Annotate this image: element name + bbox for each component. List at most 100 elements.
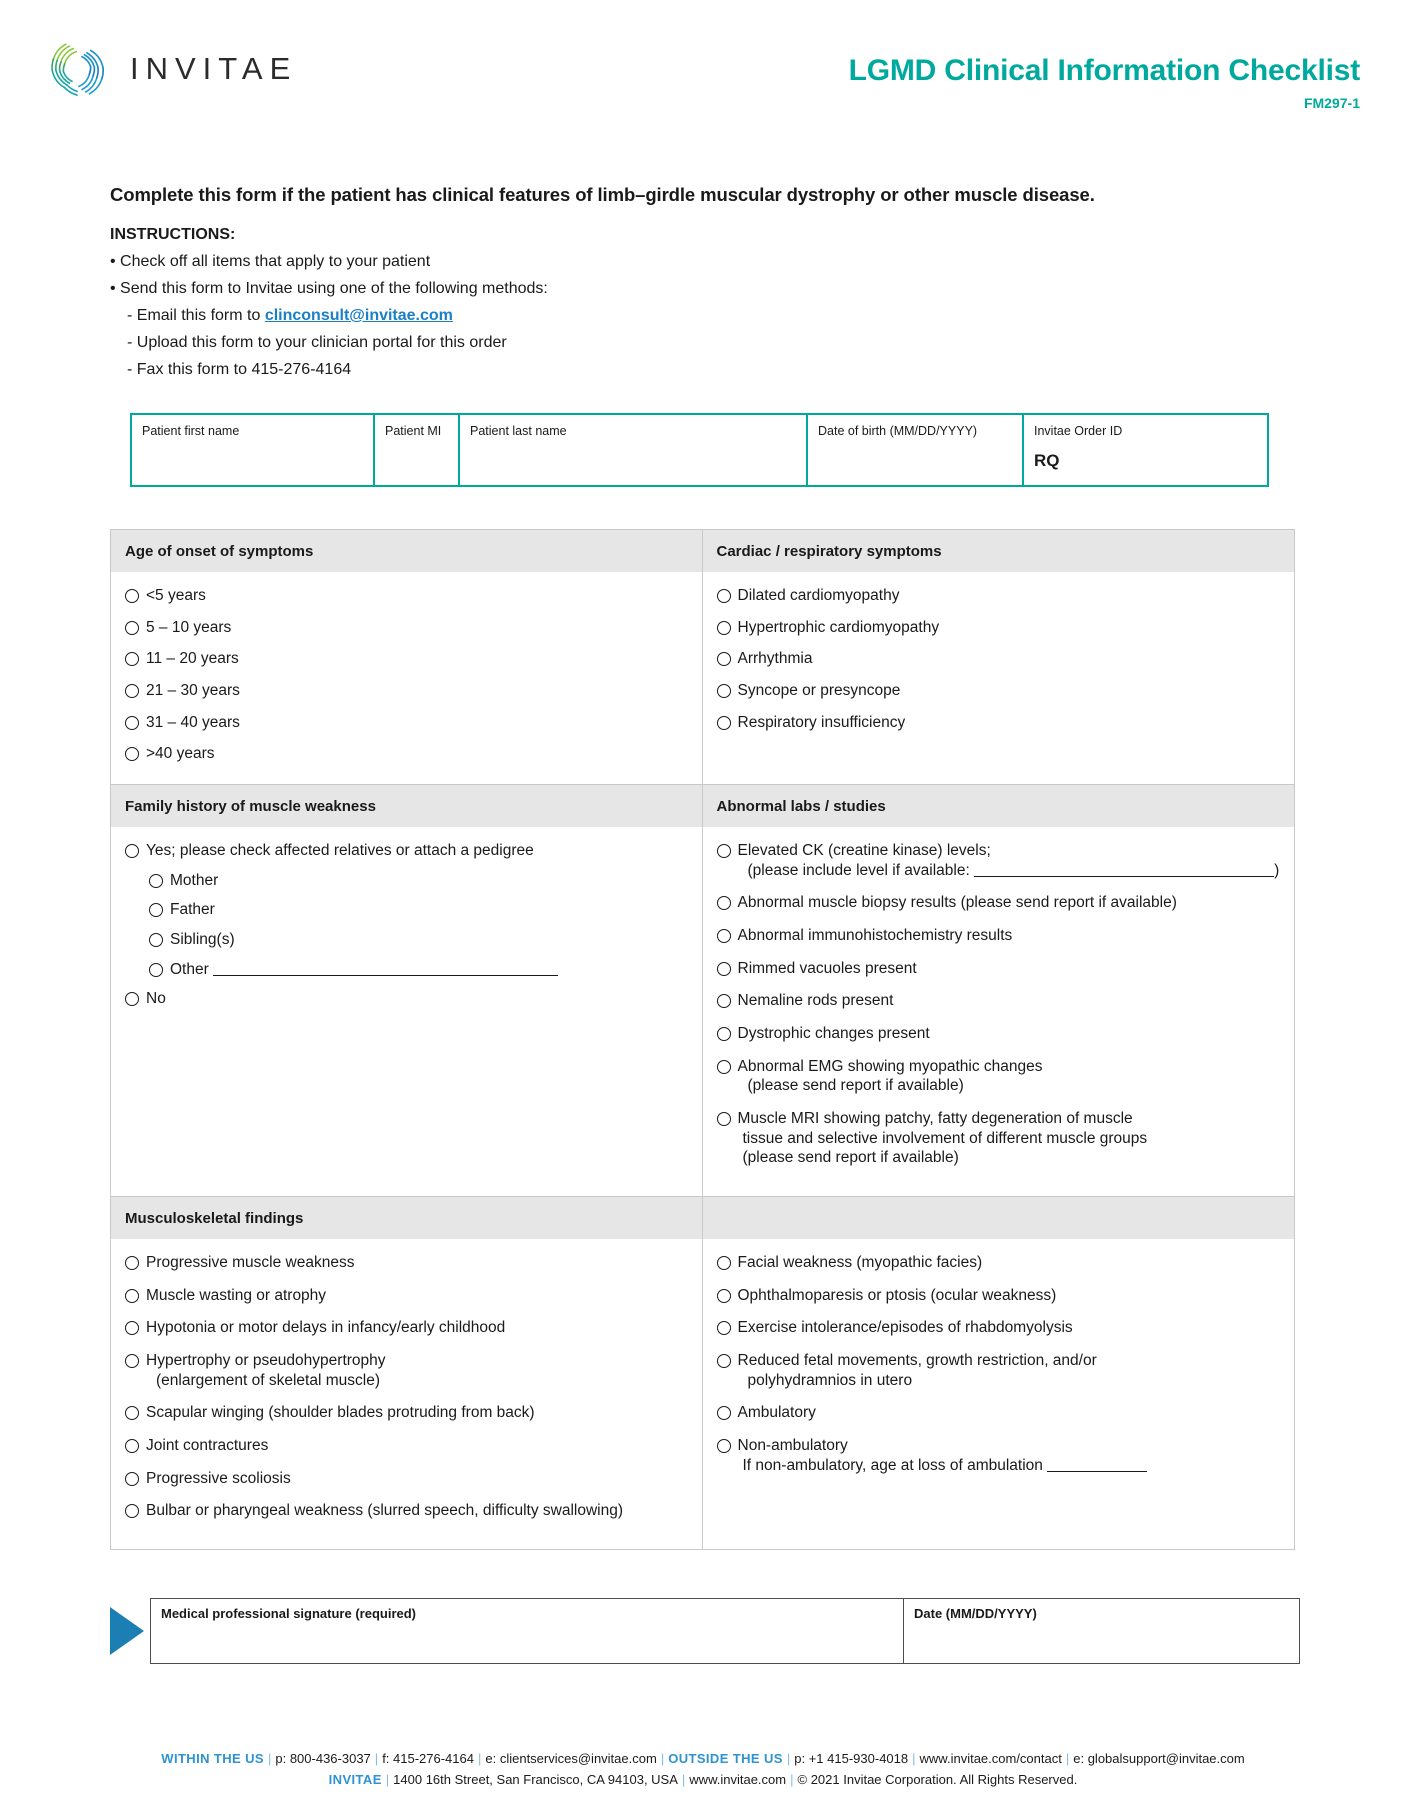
option-ambulatory[interactable]: Ambulatory (716, 1403, 1281, 1423)
footer-outside-web[interactable]: www.invitae.com/contact (920, 1751, 1062, 1766)
option-scapular-winging[interactable]: Scapular winging (shoulder blades protru… (125, 1403, 688, 1423)
radio-icon[interactable] (125, 1354, 139, 1369)
option-joint-contractures[interactable]: Joint contractures (125, 1436, 688, 1456)
option-facial-weakness[interactable]: Facial weakness (myopathic facies) (716, 1253, 1281, 1273)
option-abnormal-immunohistochemistry[interactable]: Abnormal immunohistochemistry results (716, 926, 1281, 946)
option-progressive-muscle-weakness[interactable]: Progressive muscle weakness (125, 1253, 688, 1273)
radio-icon[interactable] (716, 994, 731, 1009)
option-non-ambulatory[interactable]: Non-ambulatory If non-ambulatory, age at… (716, 1436, 1281, 1475)
radio-icon[interactable] (149, 903, 163, 918)
footer-outside-email[interactable]: e: globalsupport@invitae.com (1073, 1751, 1244, 1766)
footer-separator: | (660, 1751, 665, 1766)
radio-icon[interactable] (716, 620, 731, 635)
option-age-11-20[interactable]: 11 – 20 years (125, 649, 688, 669)
patient-last-name-field[interactable]: Patient last name (460, 415, 808, 485)
clinconsult-email-link[interactable]: clinconsult@invitae.com (265, 307, 453, 324)
radio-icon[interactable] (125, 1288, 139, 1303)
patient-dob-field[interactable]: Date of birth (MM/DD/YYYY) (808, 415, 1024, 485)
radio-icon[interactable] (149, 962, 163, 977)
radio-icon[interactable] (716, 1059, 731, 1074)
option-age-under-5[interactable]: <5 years (125, 586, 688, 606)
signature-date-field[interactable]: Date (MM/DD/YYYY) (904, 1599, 1299, 1663)
option-family-history-no[interactable]: No (125, 989, 688, 1009)
option-dystrophic-changes[interactable]: Dystrophic changes present (716, 1024, 1281, 1044)
radio-icon[interactable] (716, 1288, 731, 1303)
footer-website[interactable]: www.invitae.com (689, 1772, 786, 1787)
option-label: Ophthalmoparesis or ptosis (ocular weakn… (737, 1286, 1057, 1304)
radio-icon[interactable] (149, 933, 163, 948)
radio-icon[interactable] (716, 1256, 731, 1271)
radio-icon[interactable] (125, 844, 139, 859)
option-syncope[interactable]: Syncope or presyncope (716, 681, 1281, 701)
radio-icon[interactable] (125, 589, 139, 603)
radio-icon[interactable] (149, 873, 163, 888)
option-rimmed-vacuoles[interactable]: Rimmed vacuoles present (716, 959, 1281, 979)
radio-icon[interactable] (125, 1439, 139, 1454)
option-age-31-40[interactable]: 31 – 40 years (125, 713, 688, 733)
option-label: Abnormal muscle biopsy results (please s… (737, 894, 1177, 912)
option-relative-other[interactable]: Other (125, 960, 688, 980)
option-nemaline-rods[interactable]: Nemaline rods present (716, 991, 1281, 1011)
option-elevated-ck[interactable]: Elevated CK (creatine kinase) levels; (p… (716, 841, 1281, 880)
radio-icon[interactable] (125, 684, 139, 699)
option-relative-father[interactable]: Father (125, 900, 688, 920)
option-abnormal-muscle-biopsy[interactable]: Abnormal muscle biopsy results (please s… (716, 893, 1281, 913)
option-muscle-wasting[interactable]: Muscle wasting or atrophy (125, 1286, 688, 1306)
option-reduced-fetal-movements[interactable]: Reduced fetal movements, growth restrict… (716, 1351, 1281, 1390)
radio-icon[interactable] (716, 652, 731, 667)
age-loss-ambulation-input[interactable] (1047, 1470, 1148, 1472)
option-exercise-intolerance[interactable]: Exercise intolerance/episodes of rhabdom… (716, 1318, 1281, 1338)
radio-icon[interactable] (716, 1027, 731, 1042)
radio-icon[interactable] (716, 1406, 731, 1421)
radio-icon[interactable] (125, 1406, 139, 1421)
ck-level-input[interactable] (974, 875, 1275, 877)
radio-icon[interactable] (716, 1112, 731, 1127)
signature-field[interactable]: Medical professional signature (required… (151, 1599, 904, 1664)
radio-icon[interactable] (716, 1354, 731, 1369)
radio-icon[interactable] (716, 589, 731, 603)
radio-icon[interactable] (125, 1471, 139, 1486)
option-respiratory-insufficiency[interactable]: Respiratory insufficiency (716, 713, 1281, 733)
radio-icon[interactable] (716, 961, 731, 976)
option-ophthalmoparesis[interactable]: Ophthalmoparesis or ptosis (ocular weakn… (716, 1286, 1281, 1306)
invitae-order-id-field[interactable]: Invitae Order ID RQ (1024, 415, 1267, 485)
patient-mi-field[interactable]: Patient MI (375, 415, 460, 485)
radio-icon[interactable] (125, 1504, 139, 1519)
option-age-5-10[interactable]: 5 – 10 years (125, 618, 688, 638)
other-relative-input[interactable] (213, 974, 559, 976)
option-hypertrophy[interactable]: Hypertrophy or pseudohypertrophy (enlarg… (125, 1351, 688, 1390)
radio-icon[interactable] (716, 929, 731, 944)
patient-first-name-field[interactable]: Patient first name (132, 415, 375, 485)
option-progressive-scoliosis[interactable]: Progressive scoliosis (125, 1469, 688, 1489)
radio-icon[interactable] (716, 896, 731, 911)
radio-icon[interactable] (125, 747, 139, 762)
invitae-logo-icon (51, 43, 104, 96)
radio-icon[interactable] (125, 992, 139, 1007)
option-relative-sibling[interactable]: Sibling(s) (125, 930, 688, 950)
radio-icon[interactable] (716, 715, 731, 730)
option-relative-mother[interactable]: Mother (125, 871, 688, 891)
option-dilated-cardiomyopathy[interactable]: Dilated cardiomyopathy (716, 586, 1281, 606)
radio-icon[interactable] (125, 715, 139, 730)
radio-icon[interactable] (125, 1321, 139, 1336)
option-arrhythmia[interactable]: Arrhythmia (716, 649, 1281, 669)
radio-icon[interactable] (125, 1256, 139, 1271)
option-bulbar-weakness[interactable]: Bulbar or pharyngeal weakness (slurred s… (125, 1501, 688, 1521)
option-muscle-mri[interactable]: Muscle MRI showing patchy, fatty degener… (716, 1109, 1281, 1168)
radio-icon[interactable] (716, 844, 731, 859)
radio-icon[interactable] (716, 1321, 731, 1336)
option-hypotonia[interactable]: Hypotonia or motor delays in infancy/ear… (125, 1318, 688, 1338)
option-abnormal-emg[interactable]: Abnormal EMG showing myopathic changes (… (716, 1057, 1281, 1096)
radio-icon[interactable] (716, 1439, 731, 1454)
radio-icon[interactable] (125, 652, 139, 667)
option-family-history-yes[interactable]: Yes; please check affected relatives or … (125, 841, 688, 861)
footer-within-email[interactable]: e: clientservices@invitae.com (485, 1751, 656, 1766)
cardiac-section-title: Cardiac / respiratory symptoms (716, 543, 942, 560)
option-age-over-40[interactable]: >40 years (125, 744, 688, 764)
option-age-21-30[interactable]: 21 – 30 years (125, 681, 688, 701)
option-label: Reduced fetal movements, growth restrict… (737, 1352, 1097, 1370)
radio-icon[interactable] (125, 620, 139, 635)
patient-first-name-label: Patient first name (142, 424, 240, 438)
radio-icon[interactable] (716, 684, 731, 699)
option-hypertrophic-cardiomyopathy[interactable]: Hypertrophic cardiomyopathy (716, 618, 1281, 638)
